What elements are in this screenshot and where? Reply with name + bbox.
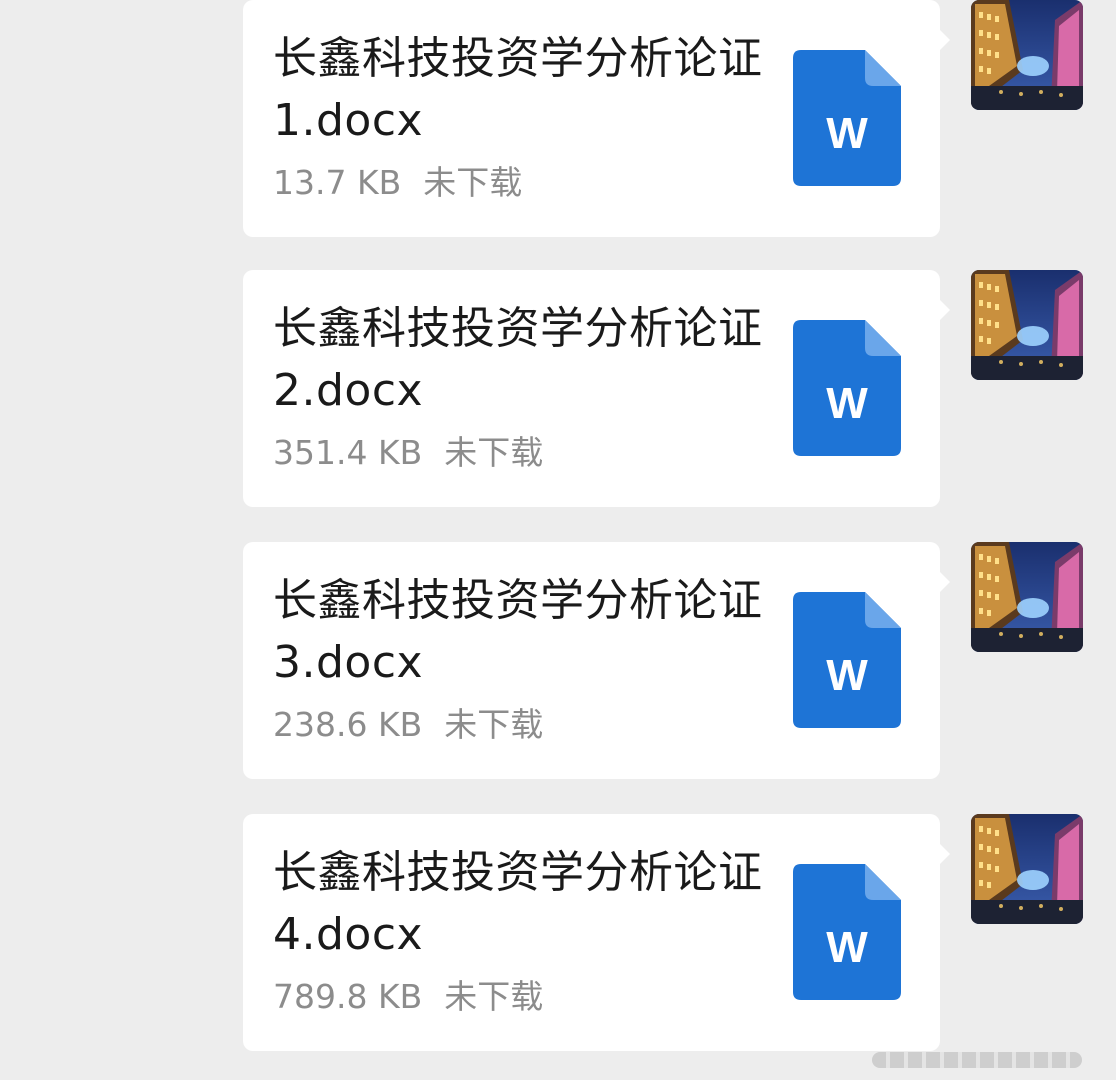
file-message-bubble[interactable]: 长鑫科技投资学分析论证4.docx 789.8 KB 未下载 W (243, 814, 940, 1051)
file-name: 长鑫科技投资学分析论证4.docx (273, 847, 763, 960)
word-icon-letter: W (826, 923, 868, 972)
download-status: 未下载 (444, 705, 544, 744)
file-meta: 238.6 KB 未下载 (273, 702, 543, 748)
file-message-bubble[interactable]: 长鑫科技投资学分析论证1.docx 13.7 KB 未下载 W (243, 0, 940, 237)
bubble-tail (938, 298, 950, 322)
download-status: 未下载 (444, 977, 544, 1016)
download-status: 未下载 (423, 163, 523, 202)
bubble-tail (938, 570, 950, 594)
file-size: 238.6 KB (273, 705, 423, 744)
file-name: 长鑫科技投资学分析论证2.docx (273, 303, 763, 416)
avatar[interactable] (971, 542, 1083, 652)
chat-message: 长鑫科技投资学分析论证2.docx 351.4 KB 未下载 W (0, 270, 1116, 510)
word-icon-letter: W (826, 379, 868, 428)
chat-message: 长鑫科技投资学分析论证1.docx 13.7 KB 未下载 W (0, 0, 1116, 240)
word-document-icon: W (793, 320, 901, 456)
chat-message: 长鑫科技投资学分析论证4.docx 789.8 KB 未下载 W (0, 814, 1116, 1054)
download-status: 未下载 (444, 433, 544, 472)
file-meta: 789.8 KB 未下载 (273, 974, 543, 1020)
scroll-indicator[interactable] (872, 1052, 1082, 1068)
file-size: 789.8 KB (273, 977, 423, 1016)
word-document-icon: W (793, 592, 901, 728)
file-size: 13.7 KB (273, 163, 402, 202)
file-name: 长鑫科技投资学分析论证1.docx (273, 33, 763, 146)
avatar[interactable] (971, 270, 1083, 380)
avatar[interactable] (971, 814, 1083, 924)
word-icon-letter: W (826, 651, 868, 700)
avatar[interactable] (971, 0, 1083, 110)
word-document-icon: W (793, 864, 901, 1000)
bubble-tail (938, 842, 950, 866)
bubble-tail (938, 28, 950, 52)
file-message-bubble[interactable]: 长鑫科技投资学分析论证2.docx 351.4 KB 未下载 W (243, 270, 940, 507)
word-icon-letter: W (826, 109, 868, 158)
file-meta: 351.4 KB 未下载 (273, 430, 543, 476)
word-document-icon: W (793, 50, 901, 186)
chat-message: 长鑫科技投资学分析论证3.docx 238.6 KB 未下载 W (0, 542, 1116, 782)
file-size: 351.4 KB (273, 433, 423, 472)
file-name: 长鑫科技投资学分析论证3.docx (273, 575, 763, 688)
file-message-bubble[interactable]: 长鑫科技投资学分析论证3.docx 238.6 KB 未下载 W (243, 542, 940, 779)
file-meta: 13.7 KB 未下载 (273, 160, 522, 206)
